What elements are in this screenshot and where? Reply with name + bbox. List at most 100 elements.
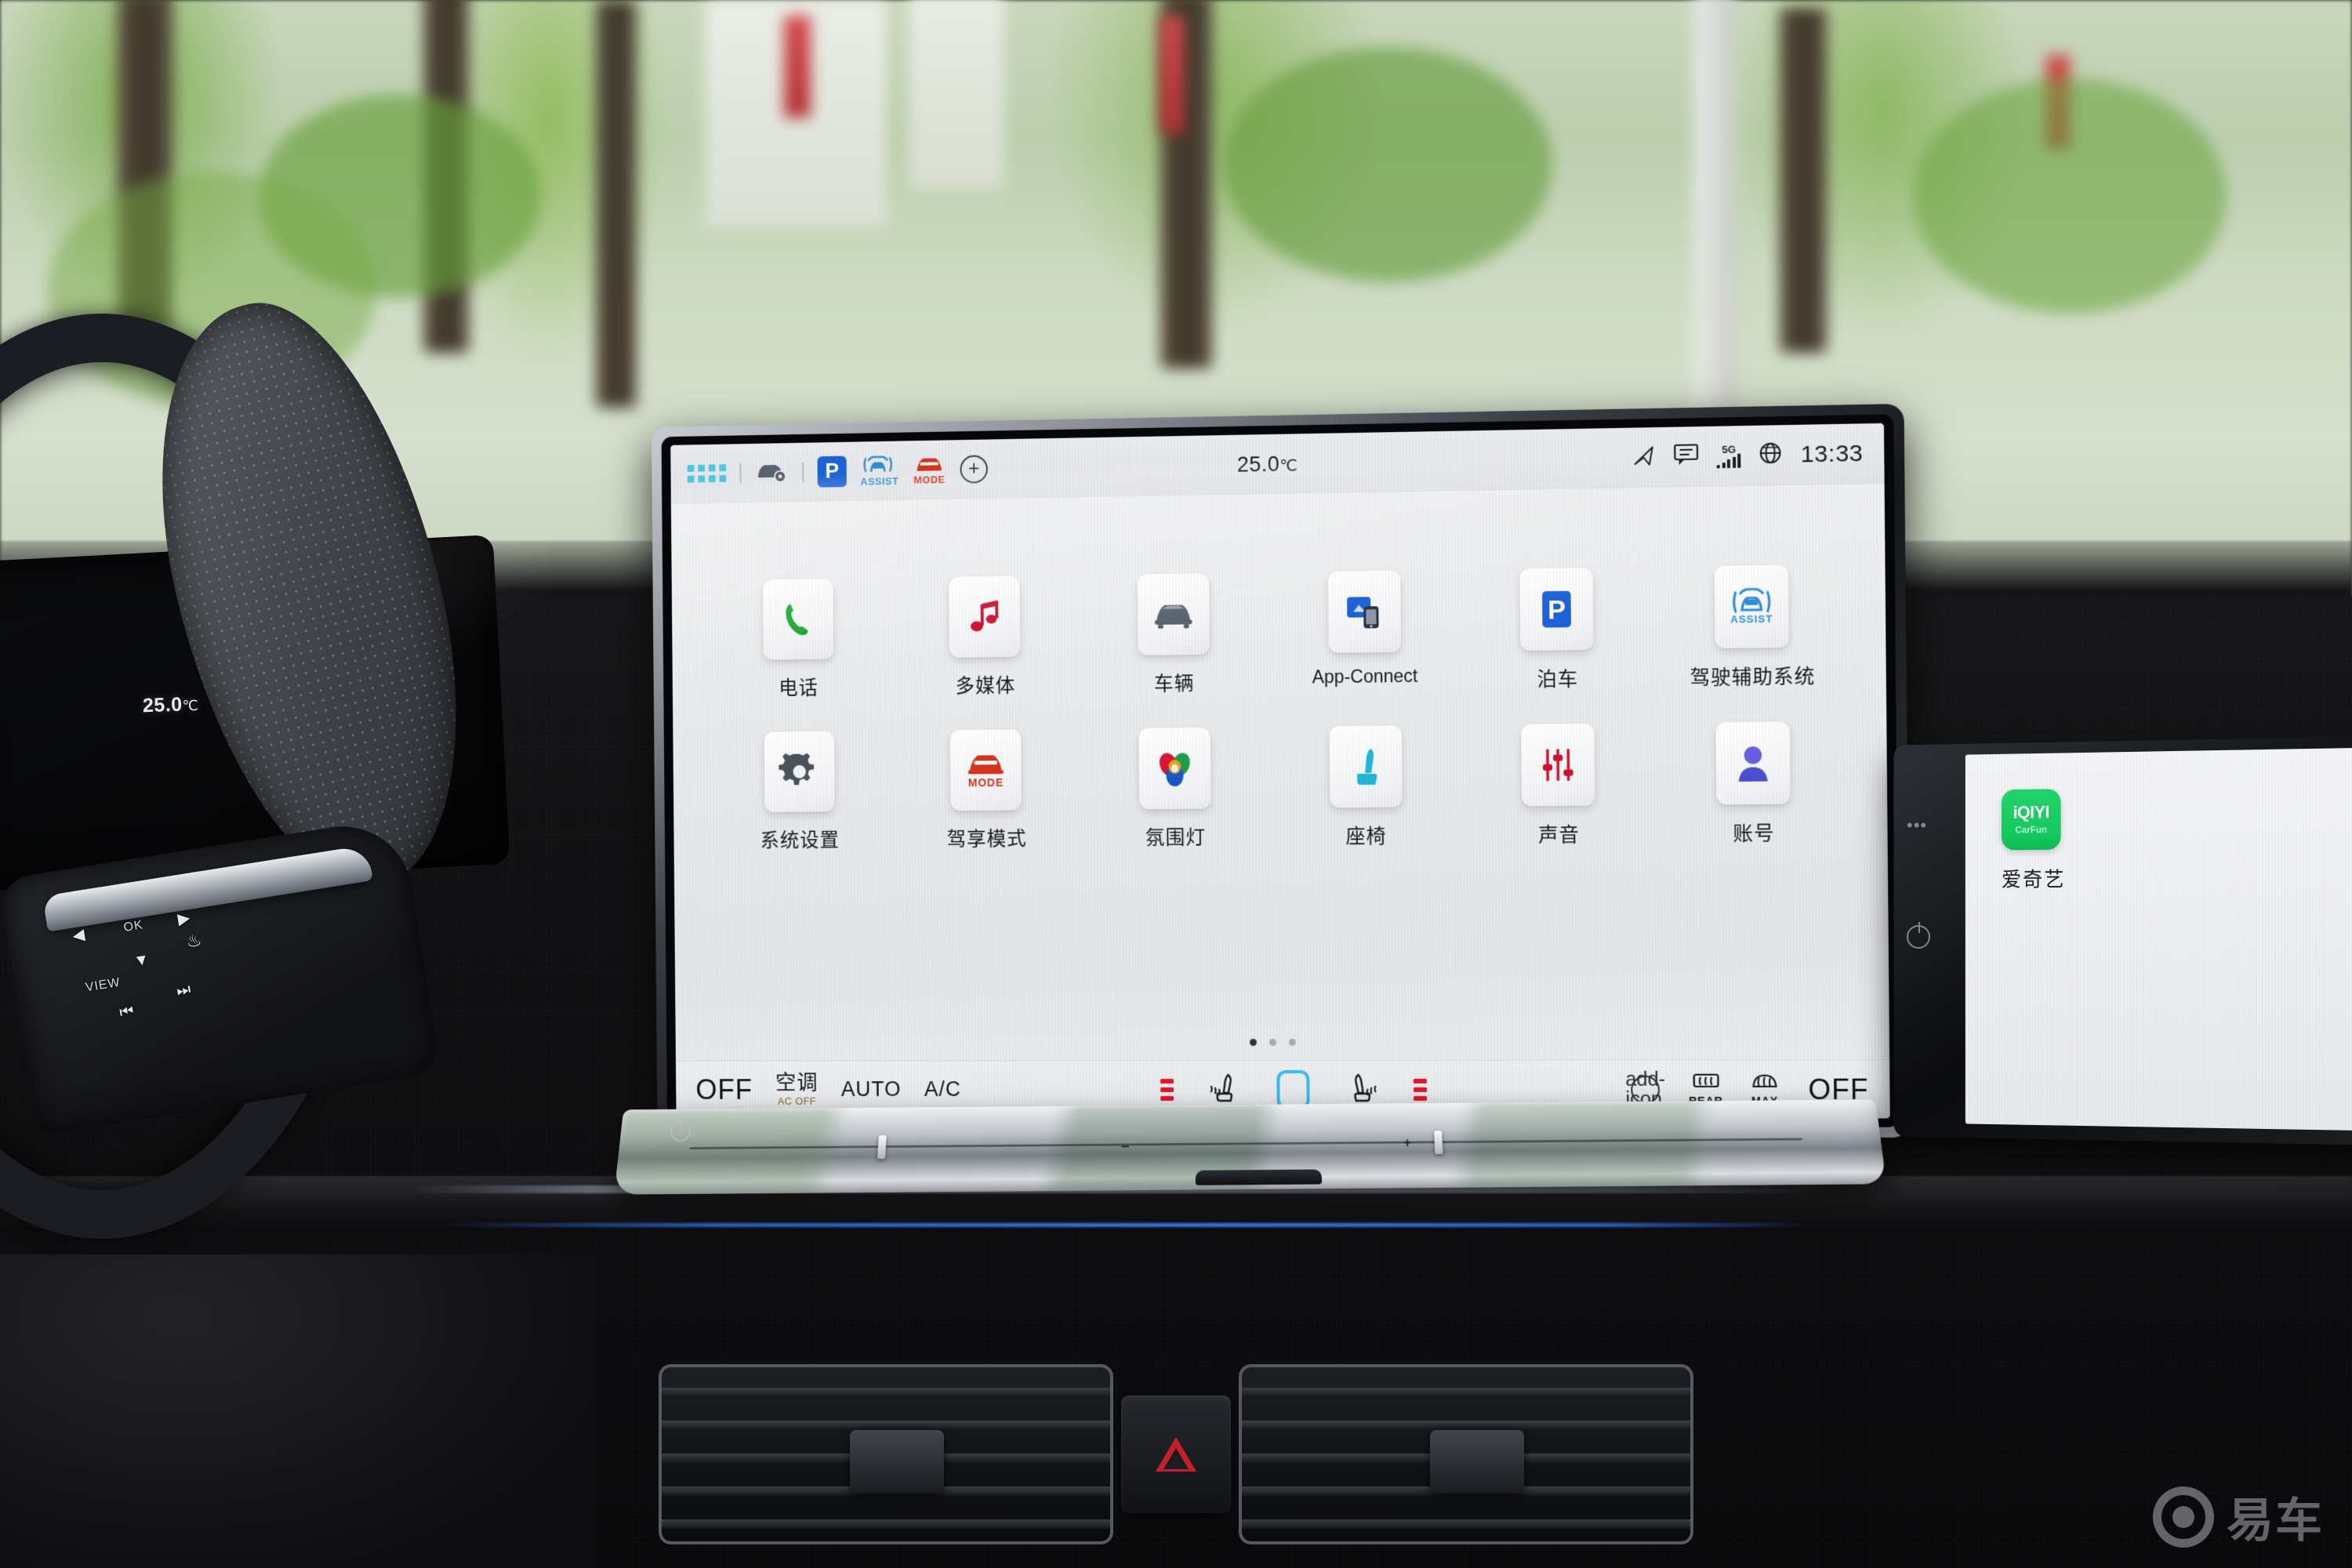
ac-toggle-button[interactable]: A/C	[924, 1077, 961, 1102]
status-temperature-value: 25.0	[1237, 452, 1280, 476]
driver-assist-label: ASSIST	[860, 475, 898, 488]
system-settings-tile[interactable]	[764, 731, 834, 812]
drive-mode-label: MODE	[913, 474, 945, 486]
account-tile[interactable]	[1716, 721, 1791, 804]
vehicle-tile[interactable]	[1138, 573, 1210, 655]
drive-mode-icon[interactable]: MODE	[913, 453, 946, 485]
down-arrow-button[interactable]: ▼	[132, 951, 151, 971]
driver-assist-tile[interactable]: ASSIST	[1715, 565, 1789, 649]
climate-sync-icon[interactable]	[1276, 1069, 1309, 1109]
clock: 13:33	[1800, 440, 1863, 468]
vent-direction-knob-right[interactable]	[1430, 1430, 1524, 1493]
app-label-vehicle: 车辆	[1154, 668, 1195, 696]
slider-plus-label: +	[1403, 1135, 1411, 1151]
ambient-light-tile[interactable]	[1138, 728, 1210, 810]
message-icon[interactable]	[1674, 442, 1700, 470]
phone-icon	[777, 598, 818, 641]
power-button[interactable]	[1907, 925, 1930, 949]
slider-minus-label: −	[1121, 1139, 1130, 1155]
sound-tile[interactable]	[1522, 724, 1595, 807]
left-arrow-button[interactable]: ◀	[71, 924, 86, 946]
app-label-multimedia: 多媒体	[955, 670, 1015, 699]
park-tile[interactable]: P	[1520, 568, 1594, 651]
svg-text:ASSIST: ASSIST	[1730, 613, 1773, 626]
hard-key-control-strip[interactable]: − +	[614, 1099, 1886, 1194]
driver-assist-icon[interactable]: ASSIST	[860, 454, 898, 487]
multimedia-tile[interactable]	[949, 576, 1021, 658]
home-app-area: 电话 多媒体 车辆 App-Connect P 泊车 ASSIST 驾驶辅助系统…	[671, 484, 1889, 1061]
seat-tile[interactable]	[1329, 725, 1402, 808]
previous-track-button[interactable]: ⏮	[118, 1003, 135, 1023]
heated-wheel-button[interactable]: ♨	[185, 930, 204, 953]
app-tile-park[interactable]: P 泊车	[1460, 567, 1655, 693]
app-connect-tile[interactable]	[1328, 571, 1401, 653]
globe-icon[interactable]	[1759, 441, 1783, 469]
seat-heat-driver-icon[interactable]	[1204, 1070, 1239, 1109]
watermark: 易车	[2153, 1483, 2324, 1551]
volume-slider-knob[interactable]	[1434, 1131, 1443, 1154]
iqiyi-app-label: 爱奇艺	[2002, 862, 2352, 893]
lower-door-panel	[0, 1254, 596, 1568]
app-tile-driver-assist[interactable]: ASSIST 驾驶辅助系统	[1653, 564, 1850, 691]
watermark-text: 易车	[2227, 1483, 2324, 1551]
app-label-seat: 座椅	[1345, 821, 1387, 849]
passenger-display-screen[interactable]: iQIYI CarFun 爱奇艺	[1965, 748, 2352, 1131]
next-track-button[interactable]: ⏭	[176, 981, 192, 1001]
hazard-triangle-icon	[1156, 1437, 1196, 1472]
ok-button[interactable]: OK	[122, 918, 144, 935]
driver-fan-off-label[interactable]: OFF	[695, 1073, 753, 1105]
app-tile-app-connect[interactable]: App-Connect	[1269, 570, 1461, 688]
app-tile-drive-mode[interactable]: MODE 驾享模式	[892, 728, 1081, 852]
app-connect-icon	[1342, 590, 1387, 633]
navigation-arrow-icon[interactable]	[1632, 443, 1657, 471]
air-vent-right[interactable]	[1239, 1364, 1693, 1544]
view-button[interactable]: VIEW	[85, 976, 122, 996]
page-dot-2[interactable]	[1269, 1039, 1276, 1046]
passenger-seat-heat-level[interactable]	[1414, 1078, 1427, 1100]
brightness-button[interactable]: •••	[1907, 815, 1930, 839]
svg-text:MODE: MODE	[968, 776, 1004, 789]
car-interior-scene: 25.0℃ ◀ OK ▶ ▼ ♨ VIEW ⏮ ⏭ P ASSIST MODE …	[0, 0, 2352, 1568]
add-shortcut-icon[interactable]: +	[960, 455, 988, 483]
user-account-icon	[1732, 742, 1774, 785]
infotainment-screen[interactable]: P ASSIST MODE + 25.0℃ 5G 13:33 电话 多媒体 车辆…	[670, 423, 1890, 1119]
iqiyi-icon[interactable]: iQIYI CarFun	[2002, 789, 2061, 850]
gear-icon	[779, 750, 820, 793]
sound-mixer-icon	[1537, 743, 1580, 786]
drive-mode-tile[interactable]: MODE	[950, 729, 1022, 811]
page-indicator[interactable]	[709, 1038, 1853, 1047]
app-tile-system-settings[interactable]: 系统设置	[706, 731, 893, 854]
app-label-app-connect: App-Connect	[1312, 666, 1417, 688]
vent-direction-knob-left[interactable]	[850, 1430, 944, 1493]
app-tile-seat[interactable]: 座椅	[1269, 725, 1462, 850]
ac-button[interactable]: 空调 AC OFF	[775, 1073, 818, 1105]
page-dot-1[interactable]	[1249, 1039, 1256, 1046]
auto-button[interactable]: AUTO	[841, 1077, 902, 1102]
hazard-light-button[interactable]	[1121, 1396, 1231, 1513]
air-vent-left[interactable]	[659, 1364, 1113, 1544]
app-tile-vehicle[interactable]: 车辆	[1079, 572, 1269, 698]
page-dot-3[interactable]	[1288, 1039, 1295, 1046]
app-tile-phone[interactable]: 电话	[705, 578, 891, 702]
head-unit-frame: P ASSIST MODE + 25.0℃ 5G 13:33 电话 多媒体 车辆…	[662, 414, 1900, 1127]
app-tile-multimedia[interactable]: 多媒体	[891, 575, 1080, 699]
yiche-logo-icon	[2153, 1486, 2214, 1548]
signal-bars	[1717, 454, 1741, 469]
app-tile-ambient-light[interactable]: 氛围灯	[1080, 727, 1270, 851]
phone-tile[interactable]	[763, 579, 833, 660]
app-grid-icon[interactable]	[688, 464, 727, 482]
climate-add-icon[interactable]: add-icon	[1631, 1075, 1660, 1103]
iqiyi-wordmark: iQIYI	[2013, 804, 2049, 821]
right-arrow-button[interactable]: ▶	[176, 908, 191, 929]
brightness-slider-knob[interactable]	[877, 1135, 887, 1159]
iqiyi-subbrand: CarFun	[2015, 824, 2047, 835]
vehicle-settings-icon[interactable]	[755, 458, 789, 487]
app-label-driver-assist: 驾驶辅助系统	[1690, 661, 1815, 691]
app-tile-sound[interactable]: 声音	[1461, 723, 1657, 848]
driver-seat-heat-level[interactable]	[1160, 1079, 1174, 1101]
app-label-park: 泊车	[1537, 663, 1578, 692]
app-tile-account[interactable]: 账号	[1655, 721, 1852, 848]
app-grid: 电话 多媒体 车辆 App-Connect P 泊车 ASSIST 驾驶辅助系统…	[705, 564, 1852, 853]
parking-brake-icon[interactable]: P	[818, 456, 847, 487]
head-unit-power-icon[interactable]	[670, 1121, 691, 1142]
